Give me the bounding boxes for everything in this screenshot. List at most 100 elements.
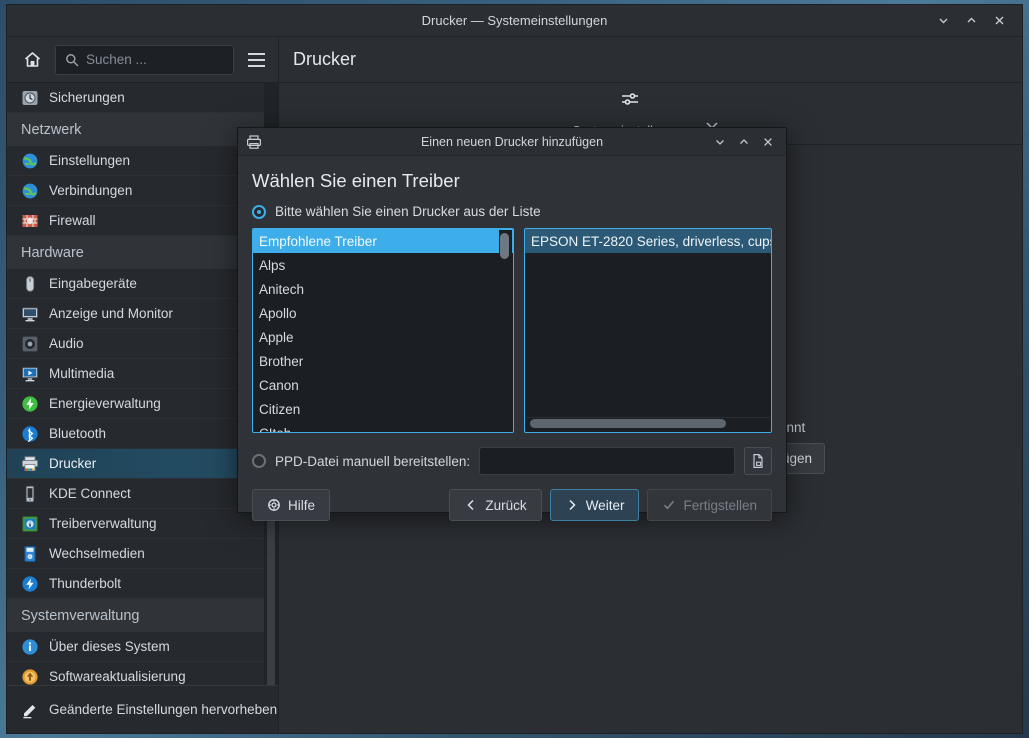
sidebar-item-label: Anzeige und Monitor — [49, 306, 173, 321]
help-button[interactable]: Hilfe — [252, 489, 331, 521]
sidebar-item-sicherungen[interactable]: Sicherungen — [7, 83, 278, 113]
sidebar-item-label: Sicherungen — [49, 90, 125, 105]
sidebar-item-label: Multimedia — [49, 366, 115, 381]
manufacturer-list-item[interactable]: Alps — [253, 253, 513, 277]
ppd-file-input[interactable] — [479, 447, 735, 475]
manufacturer-list-item[interactable]: Brother — [253, 349, 513, 373]
minimize-icon[interactable] — [708, 131, 731, 153]
sidebar-item-label: Verbindungen — [49, 183, 133, 198]
manufacturer-list-item[interactable]: Citizen — [253, 397, 513, 421]
main-window: Drucker — Systemeinstellungen Suchen ...… — [6, 4, 1023, 734]
dialog-title: Einen neuen Drucker hinzufügen — [420, 134, 604, 149]
sidebar-item-label: Eingabegeräte — [49, 276, 137, 291]
minimize-icon[interactable] — [930, 9, 956, 33]
mouse-icon — [21, 275, 39, 293]
window-controls — [930, 9, 1022, 33]
next-button[interactable]: Weiter — [549, 489, 640, 521]
finish-button-label: Fertigstellen — [683, 497, 757, 513]
ppd-file-label: PPD-Datei manuell bereitstellen: — [275, 453, 471, 469]
sidebar-footer-label: Geänderte Einstellungen hervorheben — [49, 702, 278, 717]
driver-list-items: EPSON ET-2820 Series, driverless, cups-f… — [525, 229, 771, 432]
backup-icon — [21, 89, 39, 107]
manufacturer-list-item[interactable]: Empfohlene Treiber — [253, 229, 513, 253]
radio-button-off-icon[interactable] — [252, 454, 266, 468]
add-printer-dialog: Einen neuen Drucker hinzufügen Wählen Si… — [237, 127, 787, 521]
manufacturer-scrollbar-thumb[interactable] — [500, 233, 509, 259]
sidebar-item-softwareaktualisierung[interactable]: Softwareaktualisierung — [7, 662, 278, 685]
chevron-left-icon — [464, 498, 478, 512]
sidebar-item-label: Drucker — [49, 456, 97, 471]
radio-select-from-list[interactable]: Bitte wählen Sie einen Drucker aus der L… — [252, 204, 772, 219]
dialog-window-controls — [708, 131, 786, 153]
chevron-right-icon — [565, 498, 579, 512]
manufacturer-list-item[interactable]: Anitech — [253, 277, 513, 301]
manufacturer-scrollbar-track[interactable] — [499, 230, 512, 431]
driver-selection-lists: Empfohlene Treiber Alps Anitech Apollo Apple… — [252, 228, 772, 433]
sidebar-item-ber-dieses-system[interactable]: Über dieses System — [7, 632, 278, 662]
driver-list-item[interactable]: EPSON ET-2820 Series, driverless, cups-f… — [525, 229, 771, 253]
sidebar-toolbar: Suchen ... — [7, 37, 278, 83]
window-titlebar: Drucker — Systemeinstellungen — [7, 5, 1022, 37]
thunderbolt-icon — [21, 575, 39, 593]
radio-button-on-icon[interactable] — [252, 204, 266, 219]
sidebar-item-label: Bluetooth — [49, 426, 107, 441]
sidebar-item-wechselmedien[interactable]: ∞Wechselmedien› — [7, 539, 278, 569]
driver-listbox[interactable]: EPSON ET-2820 Series, driverless, cups-f… — [524, 228, 772, 433]
document-open-icon[interactable] — [744, 447, 772, 475]
dialog-heading: Wählen Sie einen Treiber — [252, 170, 460, 191]
page-title: Drucker — [279, 37, 1022, 83]
dialog-body: Wählen Sie einen Treiber Bitte wählen Si… — [238, 156, 786, 533]
check-icon — [662, 498, 676, 512]
bluetooth-icon — [21, 425, 39, 443]
globe-icon — [21, 182, 39, 200]
sidebar-item-label: Thunderbolt — [49, 576, 122, 591]
sidebar-item-label: Wechselmedien — [49, 546, 145, 561]
sidebar-group-header: Systemverwaltung — [7, 599, 278, 632]
highlight-changed-settings-button[interactable]: Geänderte Einstellungen hervorheben — [7, 685, 278, 733]
driver-icon — [21, 515, 39, 533]
back-button-label: Zurück — [485, 497, 527, 513]
finish-button: Fertigstellen — [647, 489, 772, 521]
manufacturer-listbox[interactable]: Empfohlene Treiber Alps Anitech Apollo Apple… — [252, 228, 514, 433]
info-icon — [21, 638, 39, 656]
dialog-button-bar: Hilfe Zurück Weiter Fertigstellen — [252, 489, 772, 521]
dialog-titlebar: Einen neuen Drucker hinzufügen — [238, 128, 786, 156]
back-button[interactable]: Zurück — [449, 489, 542, 521]
search-icon — [66, 53, 79, 67]
manufacturer-list-item[interactable]: Canon — [253, 373, 513, 397]
radio-select-from-list-label: Bitte wählen Sie einen Drucker aus der L… — [275, 204, 541, 219]
sidebar-item-label: Softwareaktualisierung — [49, 669, 186, 684]
update-icon — [21, 668, 39, 686]
sidebar-item-thunderbolt[interactable]: Thunderbolt — [7, 569, 278, 599]
driver-hscrollbar-track[interactable] — [526, 417, 770, 431]
manufacturer-list-items: Empfohlene Treiber Alps Anitech Apollo Apple… — [253, 229, 513, 432]
home-icon[interactable] — [17, 45, 47, 75]
manufacturer-list-item[interactable]: Apple — [253, 325, 513, 349]
next-button-label: Weiter — [585, 497, 625, 513]
hamburger-icon[interactable] — [242, 46, 270, 74]
monitor-icon — [21, 305, 39, 323]
maximize-icon[interactable] — [958, 9, 984, 33]
phone-icon — [21, 485, 39, 503]
driver-hscrollbar-thumb[interactable] — [530, 419, 726, 428]
close-icon[interactable] — [986, 9, 1012, 33]
maximize-icon[interactable] — [732, 131, 755, 153]
sidebar-item-label: Über dieses System — [49, 639, 170, 654]
close-icon[interactable] — [756, 131, 779, 153]
removable-media-icon: ∞ — [21, 545, 39, 563]
power-icon — [21, 395, 39, 413]
printer-icon — [21, 455, 39, 473]
manufacturer-list-item[interactable]: Apollo — [253, 301, 513, 325]
sidebar-item-label: KDE Connect — [49, 486, 131, 501]
multimedia-icon — [21, 365, 39, 383]
window-title: Drucker — Systemeinstellungen — [421, 13, 608, 28]
sidebar-item-label: Audio — [49, 336, 84, 351]
search-placeholder: Suchen ... — [86, 52, 147, 67]
ppd-file-row: PPD-Datei manuell bereitstellen: — [252, 447, 772, 475]
sidebar-item-label: Einstellungen — [49, 153, 131, 168]
manufacturer-list-item[interactable]: CItoh — [253, 421, 513, 433]
sliders-icon — [619, 89, 641, 116]
sidebar-item-label: Treiberverwaltung — [49, 516, 157, 531]
search-input[interactable]: Suchen ... — [55, 44, 234, 75]
firewall-icon — [21, 212, 39, 230]
